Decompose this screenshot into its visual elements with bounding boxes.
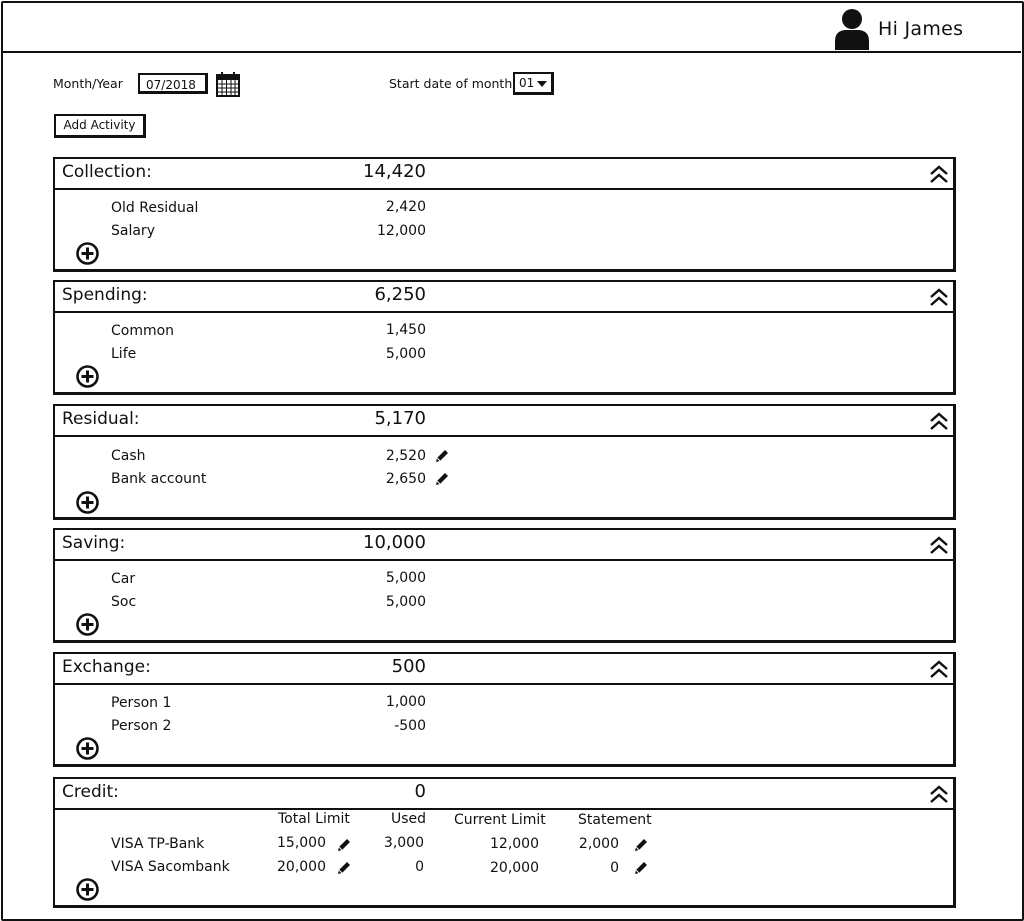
section-title: Collection: [62,162,152,182]
credit-statement: 0 [610,860,619,876]
credit-used: 3,000 [383,835,424,851]
item-label: Soc [111,594,137,610]
collapse-icon[interactable] [928,534,950,556]
section-header: Residual: 5,170 [55,406,953,437]
item-value: 5,000 [385,346,426,362]
section-collection: Collection: 14,420 Old Residual 2,420 Sa… [53,157,956,272]
item-label: Old Residual [111,200,199,216]
edit-pencil-icon[interactable] [337,838,351,852]
greeting-text: Hi James [878,18,964,40]
section-title: Credit: [62,782,119,802]
header-divider [2,51,1021,53]
edit-pencil-icon[interactable] [634,861,648,875]
section-residual: Residual: 5,170 Cash 2,520 Bank account … [53,404,956,520]
credit-total-limit: 15,000 [277,835,326,851]
item-value: -500 [394,718,426,734]
column-header-statement: Statement [578,812,652,828]
start-date-label: Start date of month [389,76,513,91]
item-label: Person 2 [111,718,172,734]
month-year-input[interactable]: 07/2018 [138,73,208,94]
collapse-icon[interactable] [928,783,950,805]
credit-current-limit: 12,000 [490,836,539,852]
section-spending: Spending: 6,250 Common 1,450 Life 5,000 [53,280,956,395]
item-label: Bank account [111,471,207,487]
credit-row-label: VISA TP-Bank [111,836,205,852]
section-header: Credit: 0 [55,779,953,810]
item-label: Person 1 [111,695,172,711]
section-title: Saving: [62,533,126,553]
section-header: Collection: 14,420 [55,159,953,190]
section-header: Exchange: 500 [55,654,953,685]
credit-row-label: VISA Sacombank [111,859,230,875]
add-item-icon[interactable] [76,365,99,388]
add-item-icon[interactable] [76,242,99,265]
user-menu[interactable]: Hi James [834,8,963,50]
item-value: 1,000 [385,694,426,710]
section-credit: Credit: 0 Total Limit Used Current Limit… [53,777,956,908]
section-total: 6,250 [374,284,426,305]
add-item-icon[interactable] [76,613,99,636]
section-saving: Saving: 10,000 Car 5,000 Soc 5,000 [53,528,956,643]
section-total: 14,420 [363,161,426,182]
user-avatar-icon [835,9,869,50]
item-label: Car [111,571,136,587]
section-total: 10,000 [363,532,426,553]
collapse-icon[interactable] [928,658,950,680]
credit-total-limit: 20,000 [277,859,326,875]
section-title: Exchange: [62,657,151,677]
item-value: 12,000 [377,223,426,239]
credit-used: 0 [415,859,424,875]
section-header: Spending: 6,250 [55,282,953,313]
column-header-used: Used [391,811,427,827]
collapse-icon[interactable] [928,163,950,185]
item-value: 5,000 [385,570,426,586]
add-item-icon[interactable] [76,491,99,514]
edit-pencil-icon[interactable] [435,472,449,486]
collapse-icon[interactable] [928,410,950,432]
section-header: Saving: 10,000 [55,530,953,561]
credit-current-limit: 20,000 [490,860,539,876]
item-label: Salary [111,223,155,239]
section-exchange: Exchange: 500 Person 1 1,000 Person 2 -5… [53,652,956,767]
section-total: 500 [391,656,426,677]
item-label: Cash [111,448,146,464]
calendar-icon[interactable] [216,71,240,97]
start-date-value: 01 [519,76,535,90]
add-item-icon[interactable] [76,878,99,901]
credit-statement: 2,000 [578,836,619,852]
item-value: 5,000 [385,594,426,610]
add-activity-button[interactable]: Add Activity [54,114,146,138]
column-header-total-limit: Total Limit [278,811,350,827]
item-value: 2,650 [385,471,426,487]
item-value: 2,420 [385,199,426,215]
item-value: 2,520 [385,448,426,464]
start-date-select[interactable]: 01 [513,72,554,95]
edit-pencil-icon[interactable] [435,449,449,463]
column-header-current-limit: Current Limit [454,812,546,828]
collapse-icon[interactable] [928,286,950,308]
section-title: Spending: [62,285,148,305]
edit-pencil-icon[interactable] [337,861,351,875]
edit-pencil-icon[interactable] [634,838,648,852]
chevron-down-icon [537,81,547,87]
add-item-icon[interactable] [76,737,99,760]
item-label: Common [111,323,175,339]
section-total: 5,170 [374,408,426,429]
item-label: Life [111,346,137,362]
month-year-label: Month/Year [53,76,123,91]
section-total: 0 [414,781,426,802]
item-value: 1,450 [385,322,426,338]
section-title: Residual: [62,409,140,429]
